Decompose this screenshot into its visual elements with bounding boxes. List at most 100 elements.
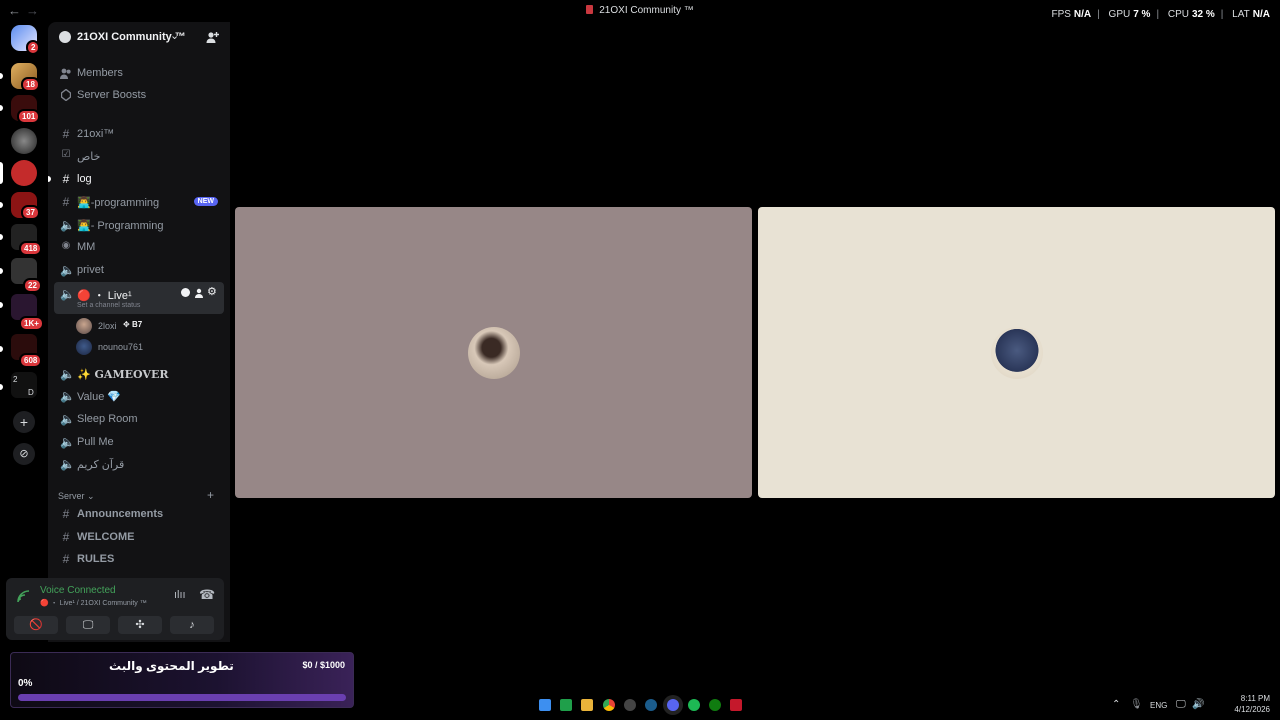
category-name: Server: [58, 491, 85, 501]
channel-gameover[interactable]: 🔈 ✨ GAMEOVER: [54, 364, 224, 384]
create-channel-icon[interactable]: +: [207, 488, 214, 502]
volume-icon[interactable]: 🔊: [1192, 699, 1204, 710]
goal-amount: $0 / $1000: [302, 660, 345, 670]
speaker-icon: 🔈: [60, 435, 75, 449]
camera-off-button[interactable]: 🚫: [14, 616, 58, 634]
channel-name: قرآن كريم: [77, 459, 125, 471]
channel-live[interactable]: 🔈 🔴 ・ Live¹ Set a channel status ⚙: [54, 282, 224, 314]
channel-name: privet: [77, 264, 104, 276]
lat-value: N/A: [1252, 9, 1270, 20]
gear-icon[interactable]: ⚙: [207, 285, 217, 298]
channel-mm[interactable]: ◉ MM: [54, 237, 224, 257]
channel-name: Announcements: [77, 508, 164, 520]
channel-pull-me[interactable]: 🔈 Pull Me: [54, 432, 224, 452]
server-icon: [586, 5, 594, 14]
server-icon[interactable]: [11, 128, 37, 154]
user-tag: ✥ B7: [123, 320, 143, 329]
invite-icon[interactable]: [195, 288, 205, 298]
server-header[interactable]: 21OXI Community ™ ⌄: [48, 22, 230, 54]
channel-sleep-room[interactable]: 🔈 Sleep Room: [54, 409, 224, 429]
channel-welcome[interactable]: # WELCOME: [54, 527, 224, 547]
folder-label: 2: [13, 375, 18, 384]
unread-pill: [0, 73, 3, 79]
network-icon[interactable]: 🖵: [1176, 699, 1186, 710]
chevron-down-icon[interactable]: ⌄: [170, 29, 179, 42]
channel-21oxi[interactable]: # 21oxi™: [54, 124, 224, 144]
server-icon[interactable]: [11, 160, 37, 186]
person-add-icon[interactable]: [206, 31, 219, 44]
members-link[interactable]: Members: [54, 63, 224, 83]
voice-status[interactable]: Voice Connected: [40, 585, 116, 596]
channel-name: Sleep Room: [77, 413, 138, 425]
speaker-icon: 🔈: [60, 263, 75, 277]
activities-button[interactable]: ✣: [118, 616, 162, 634]
channel-rules[interactable]: # RULES: [54, 549, 224, 569]
server-badge: 37: [21, 205, 40, 220]
boost-icon: [61, 89, 71, 101]
channel-privet[interactable]: 🔈 privet: [54, 260, 224, 280]
clock-date[interactable]: 4/12/2026: [1234, 705, 1270, 714]
participant-tile[interactable]: [235, 207, 752, 498]
server-badge: 608: [19, 353, 43, 368]
discord-icon[interactable]: [667, 699, 679, 711]
system-tray: ⌃ 🎙 ENG 🖵 🔊 8:11 PM 4/12/2026: [1110, 692, 1270, 720]
file-explorer-icon[interactable]: [581, 699, 593, 711]
channel-log[interactable]: # log: [54, 169, 224, 189]
channel-programming-voice[interactable]: 🔈 👨‍💻- Programming: [54, 215, 224, 235]
signal-icon[interactable]: [17, 590, 30, 603]
server-boosts-link[interactable]: Server Boosts: [54, 85, 224, 105]
voice-user-name: 2loxi: [98, 321, 117, 331]
speaker-icon: 🔈: [60, 457, 75, 471]
chevron-up-icon[interactable]: ⌃: [1112, 699, 1120, 710]
server-badge: 22: [23, 278, 42, 293]
channel-status[interactable]: Set a channel status: [77, 302, 140, 309]
speaker-icon: 🔈: [60, 412, 75, 426]
members-icon: [60, 68, 71, 79]
app-icon[interactable]: [624, 699, 636, 711]
disconnect-icon[interactable]: ☎: [199, 587, 215, 603]
hash-icon: #: [62, 195, 70, 209]
channel-name: 21oxi™: [77, 128, 115, 140]
add-server-icon[interactable]: +: [13, 411, 35, 433]
avatar: [467, 326, 520, 379]
channel-name: log: [77, 173, 92, 185]
chat-icon[interactable]: [181, 288, 190, 297]
server-badge: 101: [17, 109, 41, 124]
steam-icon[interactable]: [645, 699, 657, 711]
speaker-icon: 🔈: [60, 389, 75, 403]
soundboard-button[interactable]: ♪: [170, 616, 214, 634]
clock-time[interactable]: 8:11 PM: [1241, 694, 1270, 703]
dm-badge: 2: [26, 40, 41, 55]
chrome-icon[interactable]: [603, 699, 615, 711]
microphone-icon[interactable]: 🎙: [1130, 699, 1143, 710]
channel-quran[interactable]: 🔈 قرآن كريم: [54, 454, 224, 474]
server-badge-icon: [59, 31, 71, 43]
discover-icon[interactable]: ⊘: [13, 443, 35, 465]
performance-overlay: FPS N/A | GPU 7 % | CPU 32 % | LAT N/A: [1051, 9, 1270, 20]
donation-goal-widget: تطوير المحتوى والبث $0 / $1000 0%: [10, 652, 354, 708]
channel-private[interactable]: ☑ خاص: [54, 146, 224, 166]
screen-share-button[interactable]: 🖵: [66, 616, 110, 634]
channel-value[interactable]: 🔈 Value 💎: [54, 386, 224, 406]
gpu-value: 7 %: [1133, 9, 1151, 20]
excel-icon[interactable]: [560, 699, 572, 711]
unread-pill: [0, 105, 3, 111]
language-indicator[interactable]: ENG: [1150, 701, 1167, 710]
goal-progress-bar: [18, 694, 346, 701]
unread-pill: [0, 234, 3, 240]
spotify-icon[interactable]: [688, 699, 700, 711]
noise-suppression-icon[interactable]: ılıı: [174, 589, 186, 601]
goal-percent: 0%: [18, 678, 33, 689]
acrobat-icon[interactable]: [730, 699, 742, 711]
participant-tile[interactable]: [758, 207, 1275, 498]
channel-name: 👨‍💻-programming: [77, 197, 160, 209]
selected-pill: [0, 162, 3, 184]
xbox-icon[interactable]: [709, 699, 721, 711]
channel-announcements[interactable]: # Announcements: [54, 504, 224, 524]
windows-start-icon[interactable]: [539, 699, 551, 711]
voice-channel-path[interactable]: 🔴 ・ Live¹ / 21OXI Community ™: [40, 598, 147, 608]
server-folder-icon[interactable]: 2 D: [11, 372, 37, 398]
channel-programming-text[interactable]: # 👨‍💻-programming NEW: [54, 192, 224, 212]
category-server[interactable]: Server ⌄: [58, 491, 95, 502]
unread-pill: [0, 384, 3, 390]
